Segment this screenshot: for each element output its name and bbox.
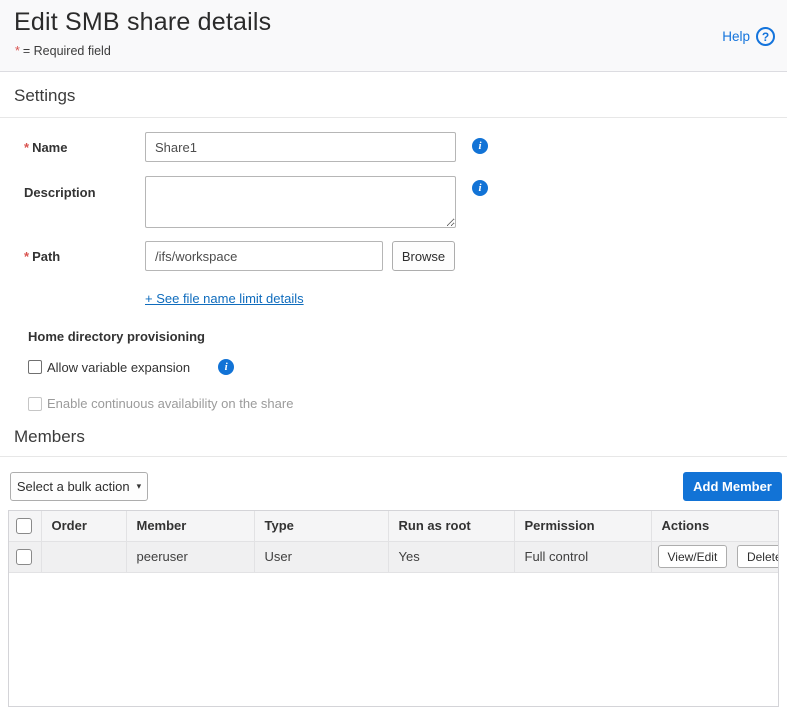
column-header-type: Type <box>254 511 388 541</box>
path-label: *Path <box>24 249 60 264</box>
allow-variable-expansion-info-icon[interactable]: i <box>218 359 234 375</box>
browse-button[interactable]: Browse <box>392 241 455 271</box>
settings-divider <box>0 117 787 118</box>
add-member-button[interactable]: Add Member <box>683 472 782 501</box>
allow-variable-expansion-checkbox[interactable] <box>28 360 42 374</box>
members-divider <box>0 456 787 457</box>
settings-section-heading: Settings <box>14 86 75 106</box>
allow-variable-expansion-label[interactable]: Allow variable expansion <box>47 360 190 375</box>
name-label: *Name <box>24 140 67 155</box>
bulk-action-label: Select a bulk action <box>17 479 130 494</box>
view-edit-button[interactable]: View/Edit <box>658 545 728 568</box>
continuous-availability-label: Enable continuous availability on the sh… <box>47 396 293 411</box>
path-input[interactable] <box>145 241 383 271</box>
row-checkbox[interactable] <box>16 549 32 565</box>
select-all-checkbox[interactable] <box>16 518 32 534</box>
help-icon[interactable]: ? <box>756 27 775 46</box>
required-note-text: = Required field <box>23 44 111 58</box>
members-table: Order Member Type Run as root Permission… <box>8 510 779 707</box>
file-name-limit-link[interactable]: + See file name limit details <box>145 291 304 306</box>
delete-button[interactable]: Delete <box>737 545 778 568</box>
cell-order <box>41 541 126 572</box>
cell-type: User <box>254 541 388 572</box>
continuous-availability-checkbox <box>28 397 42 411</box>
column-header-run-as-root: Run as root <box>388 511 514 541</box>
bulk-action-dropdown[interactable]: Select a bulk action ▾ <box>10 472 148 501</box>
cell-run-as-root: Yes <box>388 541 514 572</box>
cell-member: peeruser <box>126 541 254 572</box>
required-asterisk: * <box>15 44 20 58</box>
name-info-icon[interactable]: i <box>472 138 488 154</box>
column-header-order: Order <box>41 511 126 541</box>
home-directory-heading: Home directory provisioning <box>28 329 205 344</box>
name-required-asterisk: * <box>24 140 29 155</box>
description-info-icon[interactable]: i <box>472 180 488 196</box>
column-header-member: Member <box>126 511 254 541</box>
help-link[interactable]: Help ? <box>722 27 775 46</box>
required-field-note: *= Required field <box>15 44 111 58</box>
cell-permission: Full control <box>514 541 651 572</box>
page-title: Edit SMB share details <box>14 8 271 37</box>
name-input[interactable] <box>145 132 456 162</box>
description-textarea[interactable] <box>145 176 456 228</box>
table-row: peeruser User Yes Full control View/Edit… <box>9 541 778 572</box>
help-label[interactable]: Help <box>722 29 750 44</box>
caret-down-icon: ▾ <box>137 482 142 491</box>
members-section-heading: Members <box>14 427 85 447</box>
column-header-permission: Permission <box>514 511 651 541</box>
description-label: Description <box>24 185 96 200</box>
table-header-row: Order Member Type Run as root Permission… <box>9 511 778 541</box>
path-required-asterisk: * <box>24 249 29 264</box>
column-header-actions: Actions <box>651 511 778 541</box>
page-header: Edit SMB share details *= Required field… <box>0 0 787 72</box>
